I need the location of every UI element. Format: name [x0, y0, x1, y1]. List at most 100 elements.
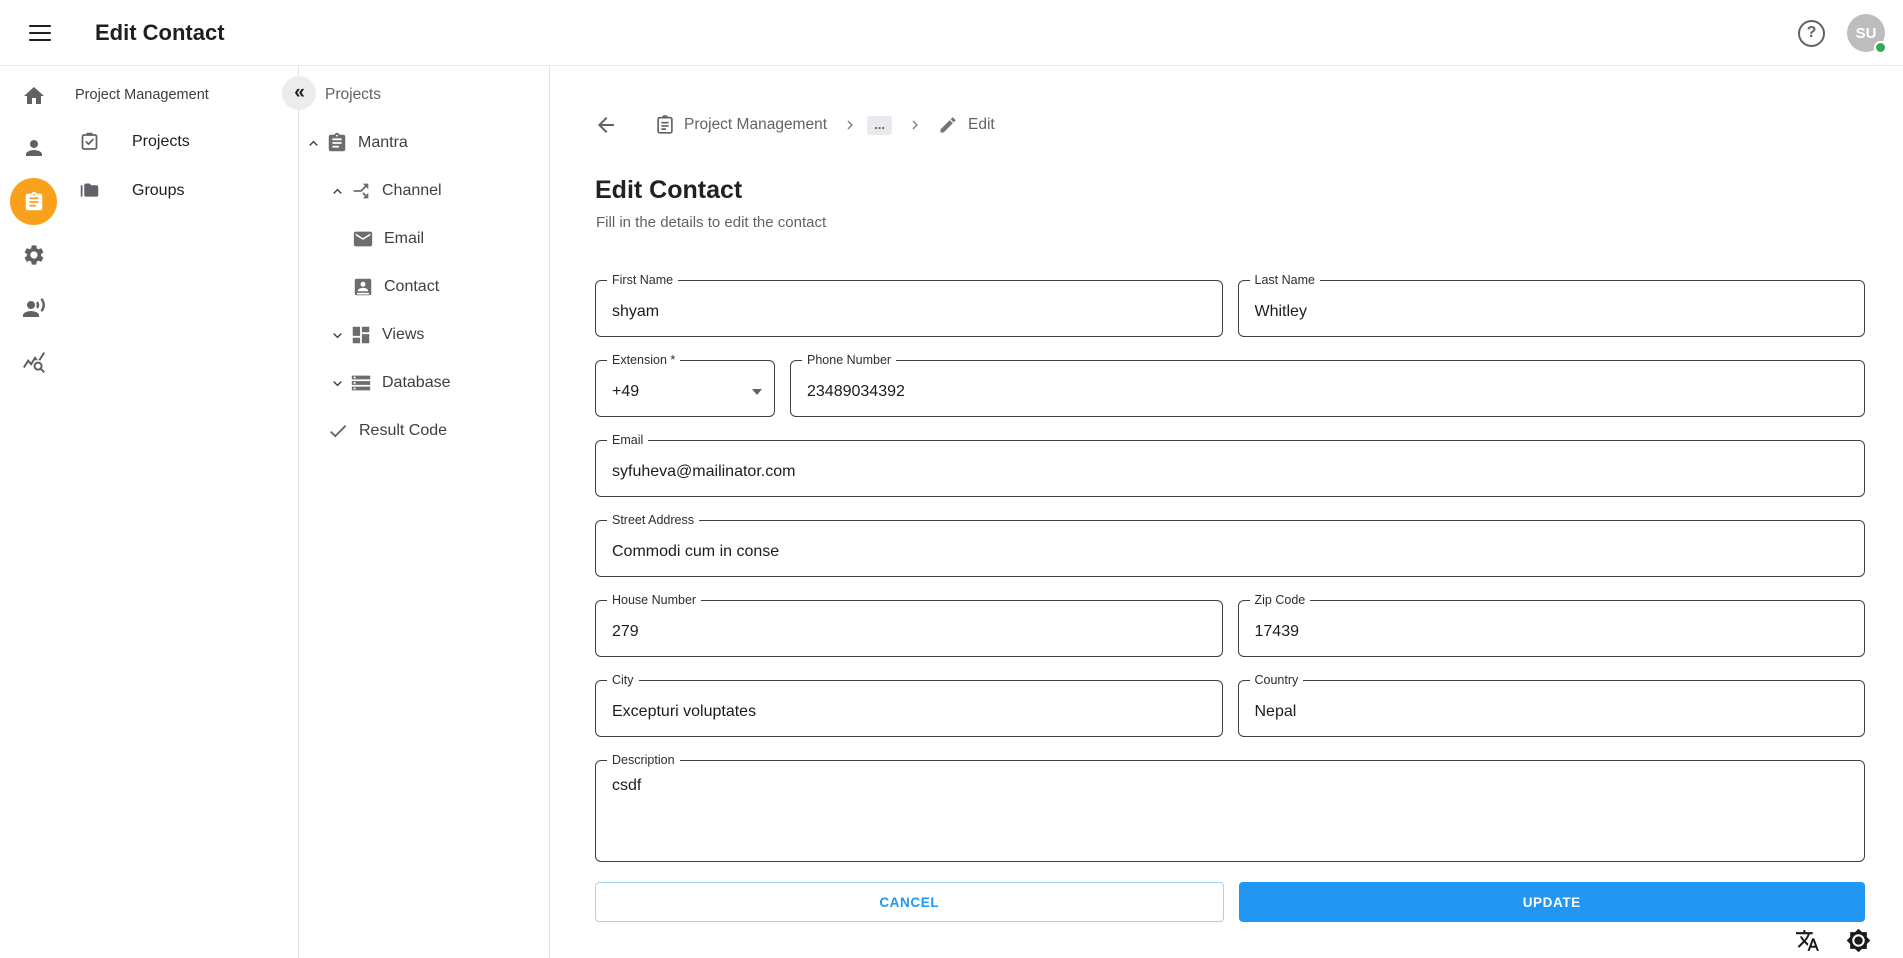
- chevron-right-icon: [841, 116, 859, 134]
- checklist-icon: [79, 131, 100, 152]
- extension-value: +49: [612, 383, 752, 401]
- country-label: Country: [1250, 673, 1304, 687]
- tree-node-label: Email: [384, 230, 424, 248]
- phone-field: Phone Number: [790, 360, 1865, 417]
- clipboard-icon: [326, 132, 348, 154]
- projects-module-active[interactable]: [10, 178, 57, 225]
- tree-node-label: Contact: [384, 278, 439, 296]
- tree-node-label: Result Code: [359, 422, 447, 440]
- chevron-down-icon[interactable]: [329, 327, 346, 344]
- tree-node-email[interactable]: Email: [299, 215, 549, 263]
- help-icon[interactable]: ?: [1798, 20, 1825, 47]
- tree-panel-title: Projects: [325, 86, 381, 104]
- brightness-icon[interactable]: [1846, 928, 1871, 953]
- last-name-label: Last Name: [1250, 273, 1320, 287]
- clipboard-icon: [654, 114, 676, 136]
- chevron-right-icon: [906, 116, 924, 134]
- house-number-field: House Number: [595, 600, 1223, 657]
- last-name-input[interactable]: [1239, 281, 1865, 336]
- home-icon[interactable]: [22, 84, 46, 108]
- tree-node-label: Channel: [382, 182, 442, 200]
- contact-card-icon: [352, 276, 374, 298]
- main-content: Project Management ... Edit Edit Contact…: [550, 66, 1903, 958]
- zip-code-input[interactable]: [1239, 601, 1865, 656]
- breadcrumb-ellipsis-button[interactable]: ...: [867, 116, 892, 135]
- last-name-field: Last Name: [1238, 280, 1866, 337]
- tree-node-label: Database: [382, 374, 451, 392]
- tree-node-views[interactable]: Views: [299, 311, 549, 359]
- email-label: Email: [607, 433, 648, 447]
- street-address-field: Street Address: [595, 520, 1865, 577]
- first-name-input[interactable]: [596, 281, 1222, 336]
- mail-icon: [352, 228, 374, 250]
- collapse-panel-button[interactable]: «: [282, 76, 316, 110]
- online-status-dot: [1874, 41, 1887, 54]
- breadcrumb-current: Edit: [968, 116, 995, 134]
- back-arrow-icon[interactable]: [594, 113, 618, 137]
- first-name-label: First Name: [607, 273, 678, 287]
- person-icon[interactable]: [22, 136, 46, 160]
- app-title: Edit Contact: [95, 0, 225, 66]
- analytics-search-icon[interactable]: [22, 350, 46, 374]
- house-number-input[interactable]: [596, 601, 1222, 656]
- update-button[interactable]: UPDATE: [1239, 882, 1866, 922]
- zip-code-field: Zip Code: [1238, 600, 1866, 657]
- avatar-initials: SU: [1856, 25, 1877, 42]
- check-icon: [327, 420, 349, 442]
- tree-node-database[interactable]: Database: [299, 359, 549, 407]
- hamburger-menu-icon[interactable]: [29, 21, 53, 45]
- country-field: Country: [1238, 680, 1866, 737]
- chevron-up-icon[interactable]: [305, 135, 322, 152]
- sidebar-item-projects[interactable]: Projects: [79, 131, 190, 152]
- sidebar-item-label: Groups: [132, 182, 184, 200]
- chevron-down-icon[interactable]: [329, 375, 346, 392]
- clipboard-icon: [23, 191, 45, 213]
- chevron-up-icon[interactable]: [329, 183, 346, 200]
- email-input[interactable]: [596, 441, 1864, 496]
- email-field: Email: [595, 440, 1865, 497]
- tree-node-mantra[interactable]: Mantra: [299, 119, 549, 167]
- projects-tree-panel: « Projects Mantra Channel Email Contact …: [299, 66, 550, 958]
- sidebar-item-groups[interactable]: Groups: [79, 180, 184, 201]
- extension-field: Extension * +49: [595, 360, 775, 417]
- street-address-input[interactable]: [596, 521, 1864, 576]
- first-name-field: First Name: [595, 280, 1223, 337]
- page-title: Edit Contact: [595, 176, 742, 205]
- translate-icon[interactable]: [1795, 928, 1820, 953]
- phone-input[interactable]: [791, 361, 1864, 416]
- page-subtitle: Fill in the details to edit the contact: [596, 214, 826, 231]
- dashboard-icon: [350, 324, 372, 346]
- tree-node-contact[interactable]: Contact: [299, 263, 549, 311]
- cancel-button[interactable]: CANCEL: [595, 882, 1224, 922]
- extension-select[interactable]: +49: [596, 361, 774, 416]
- sidebar-item-label: Projects: [132, 133, 190, 151]
- section-label: Project Management: [75, 87, 209, 103]
- description-label: Description: [607, 753, 680, 767]
- zip-code-label: Zip Code: [1250, 593, 1311, 607]
- tree-node-label: Mantra: [358, 134, 408, 152]
- dropdown-arrow-icon: [752, 389, 762, 395]
- city-label: City: [607, 673, 639, 687]
- country-input[interactable]: [1239, 681, 1865, 736]
- gear-icon[interactable]: [22, 243, 46, 267]
- description-input[interactable]: csdf: [596, 761, 1864, 861]
- voice-person-icon[interactable]: [22, 296, 46, 320]
- folders-icon: [79, 180, 100, 201]
- breadcrumb: Project Management ... Edit: [594, 110, 995, 140]
- house-number-label: House Number: [607, 593, 701, 607]
- channel-icon: [350, 180, 372, 202]
- city-input[interactable]: [596, 681, 1222, 736]
- description-field: Description csdf: [595, 760, 1865, 862]
- tree-node-label: Views: [382, 326, 424, 344]
- breadcrumb-root[interactable]: Project Management: [684, 116, 827, 134]
- pencil-icon: [938, 115, 958, 135]
- street-address-label: Street Address: [607, 513, 699, 527]
- extension-label: Extension *: [607, 353, 680, 367]
- edit-contact-form: First Name Last Name Extension * +49 Pho…: [595, 280, 1865, 922]
- primary-sidebar: Project Management Projects Groups: [0, 66, 299, 958]
- tree-node-result-code[interactable]: Result Code: [299, 407, 549, 455]
- tree-node-channel[interactable]: Channel: [299, 167, 549, 215]
- avatar[interactable]: SU: [1847, 14, 1885, 52]
- phone-label: Phone Number: [802, 353, 896, 367]
- storage-icon: [350, 372, 372, 394]
